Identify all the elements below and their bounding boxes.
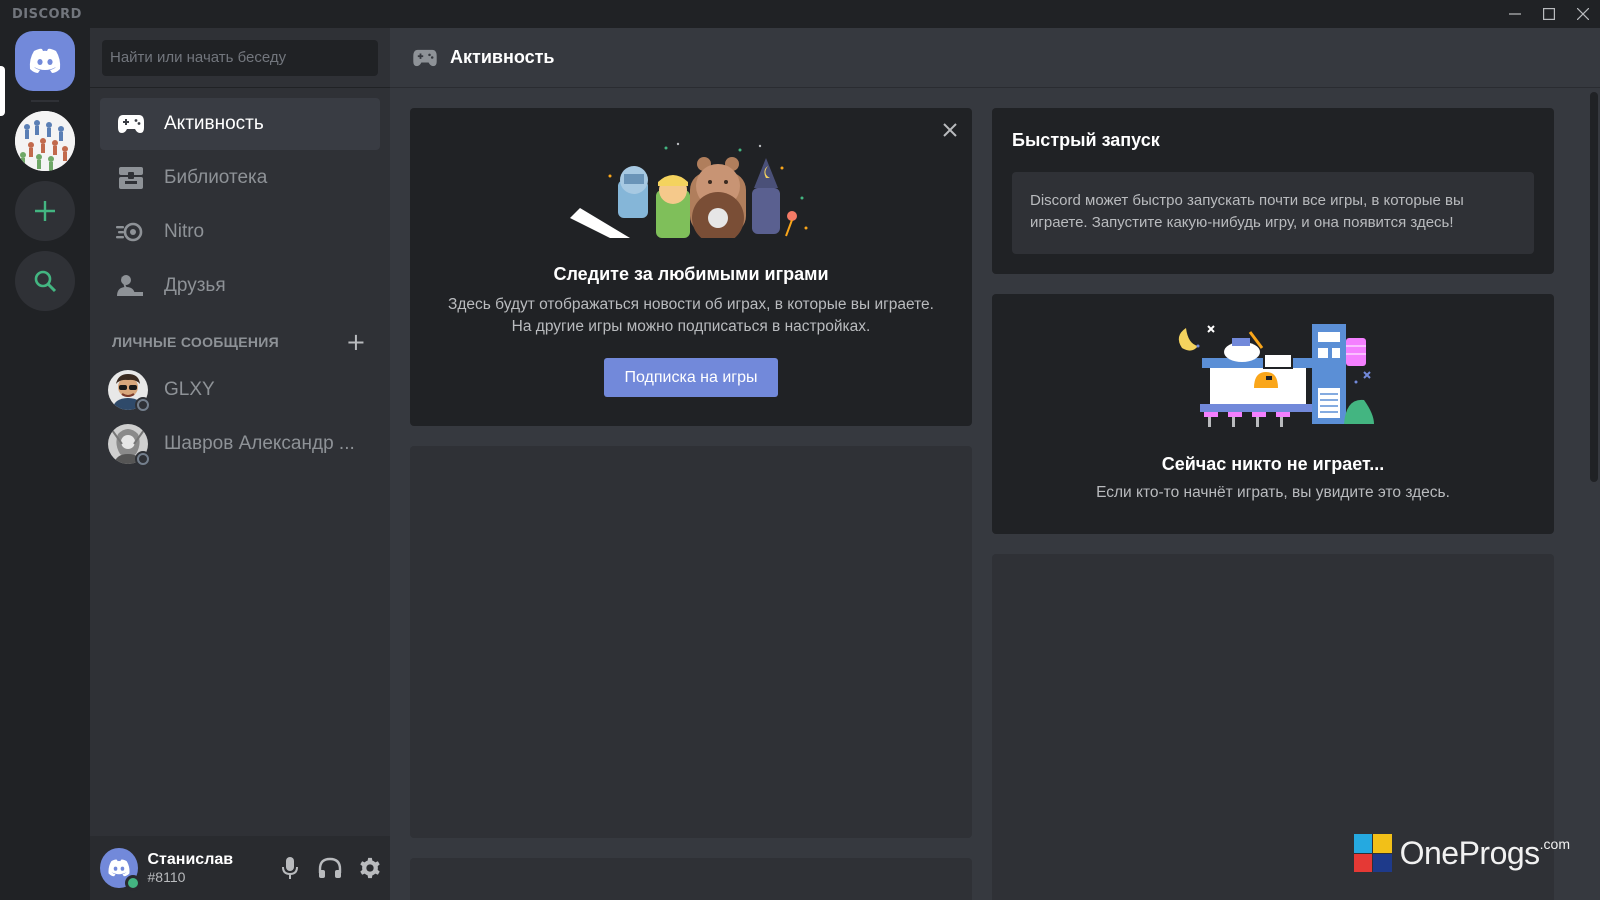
minimize-button[interactable] xyxy=(1498,0,1532,28)
window-controls xyxy=(1498,0,1600,28)
server-rail xyxy=(0,28,90,900)
sidebar-nav: Активность Библиотека Nitro Друзья xyxy=(90,88,390,312)
direct-messages-header: ЛИЧНЫЕ СООБЩЕНИЯ + xyxy=(90,320,390,364)
user-settings-button[interactable] xyxy=(350,848,390,888)
oneprogs-logo-icon xyxy=(1353,834,1392,872)
explore-servers-button[interactable] xyxy=(15,251,75,311)
close-window-button[interactable] xyxy=(1566,0,1600,28)
close-icon xyxy=(1577,8,1589,20)
sidebar-item-friends[interactable]: Друзья xyxy=(100,260,380,312)
arcade-illustration-icon xyxy=(1178,324,1374,427)
mute-button[interactable] xyxy=(270,848,310,888)
quick-launch-title: Быстрый запуск xyxy=(1012,130,1160,150)
follow-card-desc-line: На другие игры можно подписаться в настр… xyxy=(511,318,871,335)
follow-games-card: Следите за любимыми играми Здесь будут о… xyxy=(410,108,972,426)
sidebar-item-label: Nitro xyxy=(164,221,205,242)
title-bar: DISCORD xyxy=(0,0,1600,28)
server-avatar-icon xyxy=(15,111,75,171)
plus-icon xyxy=(35,201,55,221)
online-status-indicator xyxy=(124,875,141,891)
home-button[interactable] xyxy=(15,31,75,91)
maximize-button[interactable] xyxy=(1532,0,1566,28)
dm-item-shavrov[interactable]: Шавров Александр ... xyxy=(100,418,380,470)
minimize-icon xyxy=(1509,13,1521,15)
games-illustration-icon xyxy=(570,142,808,238)
page-title: Активность xyxy=(450,47,555,67)
quick-launch-card: Быстрый запуск Discord может быстро запу… xyxy=(992,108,1554,274)
add-server-button[interactable] xyxy=(15,181,75,241)
deafen-button[interactable] xyxy=(310,848,350,888)
discord-logo-icon xyxy=(108,859,130,877)
user-panel: Станислав #8110 xyxy=(90,836,390,900)
now-playing-card: Сейчас никто не играет... Если кто-то на… xyxy=(992,294,1554,534)
follow-card-description: Здесь будут отображаться новости об игра… xyxy=(410,294,972,338)
follow-card-title: Следите за любимыми играми xyxy=(553,264,829,284)
microphone-icon xyxy=(282,857,298,879)
nitro-icon xyxy=(116,217,146,247)
avatar xyxy=(108,370,151,413)
library-icon xyxy=(116,163,146,193)
watermark-suffix: .com xyxy=(1539,836,1570,852)
headphones-icon xyxy=(318,857,342,878)
create-dm-button[interactable]: + xyxy=(346,330,366,354)
sidebar-item-label: Библиотека xyxy=(164,167,268,188)
watermark-text: OneProgs xyxy=(1399,834,1541,871)
now-playing-title: Сейчас никто не играет... xyxy=(1161,454,1385,474)
quick-launch-text: Discord может быстро запускать почти все… xyxy=(1012,172,1534,254)
user-avatar[interactable] xyxy=(100,848,141,891)
status-indicator xyxy=(135,451,151,467)
sidebar-item-nitro[interactable]: Nitro xyxy=(100,206,380,258)
feed-placeholder-card xyxy=(410,858,972,900)
status-indicator xyxy=(135,397,151,413)
sidebar-item-label: Активность xyxy=(164,113,264,134)
dismiss-card-button[interactable] xyxy=(940,120,960,140)
server-icon[interactable] xyxy=(15,111,75,171)
main-content: Активность Следите за любимыми играми Зд… xyxy=(390,28,1600,900)
search-icon xyxy=(34,270,57,293)
sidebar-item-activity[interactable]: Активность xyxy=(100,98,380,150)
selected-indicator xyxy=(0,66,5,116)
sidebar-item-library[interactable]: Библиотека xyxy=(100,152,380,204)
maximize-icon xyxy=(1543,8,1555,20)
subscribe-games-button[interactable]: Подписка на игры xyxy=(604,358,778,397)
search-bar-wrap: Найти или начать беседу xyxy=(90,28,390,88)
main-scrollbar[interactable] xyxy=(1590,92,1598,482)
gamepad-icon xyxy=(413,49,437,66)
main-header: Активность xyxy=(390,28,1600,88)
discord-logo-icon xyxy=(29,48,61,73)
now-playing-description: Если кто-то начнёт играть, вы увидите эт… xyxy=(1096,484,1450,501)
avatar xyxy=(108,424,151,467)
dm-sidebar: Найти или начать беседу Активность Библи… xyxy=(90,28,390,900)
friends-icon xyxy=(116,271,146,301)
dm-name: Шавров Александр ... xyxy=(164,433,355,454)
close-icon xyxy=(943,123,957,137)
discord-wordmark: DISCORD xyxy=(12,6,82,22)
search-input[interactable]: Найти или начать беседу xyxy=(102,39,378,76)
follow-card-desc-line: Здесь будут отображаться новости об игра… xyxy=(448,296,934,313)
oneprogs-watermark: OneProgs .com xyxy=(1353,834,1570,872)
user-tag: #8110 xyxy=(147,869,186,885)
feed-placeholder-card xyxy=(410,446,972,838)
sidebar-item-label: Друзья xyxy=(164,275,226,296)
rail-separator xyxy=(31,100,59,102)
dm-item-glxy[interactable]: GLXY xyxy=(100,364,380,416)
gear-icon xyxy=(360,857,380,879)
username: Станислав xyxy=(147,851,234,868)
gamepad-icon xyxy=(116,109,146,139)
dm-name: GLXY xyxy=(164,379,215,400)
user-controls xyxy=(270,848,390,888)
user-info: Станислав #8110 xyxy=(148,851,261,885)
dm-header-label: ЛИЧНЫЕ СООБЩЕНИЯ xyxy=(112,334,280,350)
